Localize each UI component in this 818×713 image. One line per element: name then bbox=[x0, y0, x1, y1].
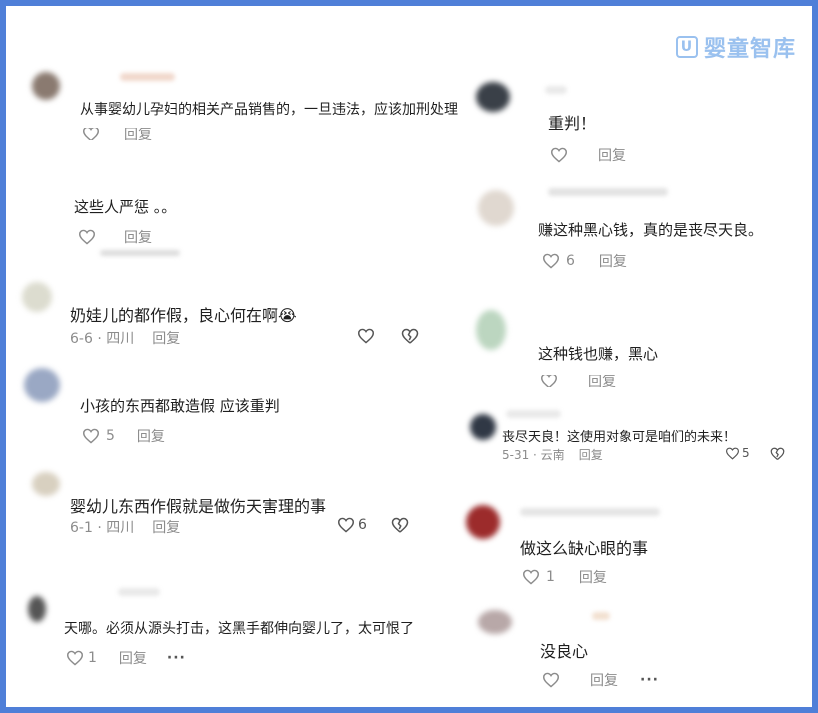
like-heart-icon[interactable] bbox=[542, 672, 560, 688]
comment-date-location: 5-31 · 云南 bbox=[502, 448, 565, 462]
dislike-broken-heart-icon[interactable] bbox=[770, 446, 785, 461]
comment-text: 从事婴幼儿孕妇的相关产品销售的，一旦违法，应该加刑处理 bbox=[80, 102, 458, 118]
reply-button[interactable]: 回复 bbox=[588, 375, 616, 387]
comment-text: 奶娃儿的都作假，良心何在啊😭 bbox=[70, 306, 297, 325]
like-heart-icon[interactable] bbox=[522, 569, 540, 585]
watermark: U 婴童智库 bbox=[675, 34, 796, 62]
reply-button[interactable]: 回复 bbox=[599, 251, 627, 271]
avatar[interactable] bbox=[478, 610, 512, 634]
like-heart-icon[interactable] bbox=[540, 375, 558, 387]
username[interactable] bbox=[506, 410, 561, 418]
reply-button[interactable]: 回复 bbox=[579, 446, 603, 463]
comment-actions: 回复 bbox=[550, 145, 626, 165]
reply-button[interactable]: 回复 bbox=[124, 227, 152, 247]
watermark-text: 婴童智库 bbox=[703, 37, 796, 62]
avatar[interactable] bbox=[476, 82, 510, 112]
like-heart-icon[interactable] bbox=[82, 428, 100, 444]
reply-button[interactable]: 回复 bbox=[152, 328, 180, 348]
like-heart-icon[interactable] bbox=[357, 328, 375, 344]
comment-text: 婴幼儿东西作假就是做伤天害理的事 bbox=[70, 497, 327, 516]
like-heart-icon[interactable] bbox=[542, 253, 560, 269]
comment-text: 这种钱也赚，黑心 bbox=[538, 345, 659, 363]
like-count: 5 bbox=[742, 446, 750, 460]
avatar[interactable] bbox=[32, 472, 60, 496]
reply-button[interactable]: 回复 bbox=[598, 145, 626, 165]
like-heart-icon[interactable] bbox=[82, 128, 100, 140]
reply-button[interactable]: 回复 bbox=[119, 648, 147, 668]
comment-text: 这些人严惩 。。 bbox=[74, 198, 177, 216]
comment-actions: 回复 ··· bbox=[542, 670, 659, 690]
like-count: 1 bbox=[88, 650, 97, 666]
comment-text: 天哪。必须从源头打击，这黑手都伸向婴儿了，太可恨了 bbox=[64, 621, 414, 637]
like-heart-icon[interactable] bbox=[725, 447, 740, 460]
avatar[interactable] bbox=[24, 368, 60, 402]
like-count: 6 bbox=[358, 517, 367, 533]
comment-actions: 1 回复 bbox=[522, 567, 607, 587]
reply-button[interactable]: 回复 bbox=[124, 128, 152, 140]
comment-text: 小孩的东西都敢造假 应该重判 bbox=[80, 397, 280, 415]
avatar[interactable] bbox=[476, 310, 506, 350]
username[interactable] bbox=[118, 588, 160, 596]
like-group: 5 bbox=[725, 446, 750, 460]
like-group: 6 bbox=[337, 517, 367, 533]
username[interactable] bbox=[548, 188, 668, 196]
comment-text: 赚这种黑心钱，真的是丧尽天良。 bbox=[538, 221, 764, 239]
comment-text: 丧尽天良！这使用对象可是咱们的未来！ bbox=[502, 430, 737, 445]
reply-button[interactable]: 回复 bbox=[590, 670, 618, 690]
reply-button[interactable]: 回复 bbox=[137, 426, 165, 446]
comment-text: 做这么缺心眼的事 bbox=[520, 539, 649, 558]
comment-date-location: 6-1 · 四川 bbox=[70, 520, 135, 536]
like-heart-icon[interactable] bbox=[550, 147, 568, 163]
avatar[interactable] bbox=[28, 596, 46, 622]
avatar[interactable] bbox=[466, 505, 500, 539]
like-count: 1 bbox=[546, 569, 555, 585]
watermark-logo-icon: U bbox=[675, 36, 698, 58]
avatar[interactable] bbox=[32, 72, 60, 100]
like-heart-icon[interactable] bbox=[78, 229, 96, 245]
comment-actions: 回复 bbox=[82, 128, 152, 140]
like-heart-icon[interactable] bbox=[337, 517, 355, 533]
blurred-content bbox=[100, 250, 180, 256]
reply-button[interactable]: 回复 bbox=[579, 567, 607, 587]
comment-actions: 6 回复 bbox=[542, 251, 627, 271]
more-options-icon[interactable]: ··· bbox=[640, 672, 659, 688]
dislike-broken-heart-icon[interactable] bbox=[401, 328, 419, 344]
username[interactable] bbox=[545, 86, 567, 94]
like-heart-icon[interactable] bbox=[66, 650, 84, 666]
avatar[interactable] bbox=[22, 282, 52, 312]
avatar[interactable] bbox=[478, 190, 514, 226]
avatar[interactable] bbox=[470, 414, 496, 440]
comment-actions: 5 回复 bbox=[82, 426, 165, 446]
username[interactable] bbox=[520, 508, 660, 516]
username[interactable] bbox=[592, 612, 610, 620]
comment-actions: 6-6 · 四川 回复 bbox=[70, 328, 180, 348]
comment-actions: 1 回复 ··· bbox=[66, 648, 186, 668]
comment-actions: 回复 bbox=[540, 375, 616, 387]
comment-date-location: 6-6 · 四川 bbox=[70, 331, 135, 347]
reply-button[interactable]: 回复 bbox=[152, 517, 180, 537]
like-count: 5 bbox=[106, 428, 115, 444]
comment-text: 没良心 bbox=[540, 642, 589, 661]
username[interactable] bbox=[120, 73, 175, 81]
more-options-icon[interactable]: ··· bbox=[167, 650, 186, 666]
comment-actions: 6-1 · 四川 回复 bbox=[70, 517, 180, 537]
comment-text: 重判！ bbox=[548, 114, 597, 133]
comment-actions: 回复 bbox=[78, 227, 152, 247]
dislike-broken-heart-icon[interactable] bbox=[391, 517, 409, 533]
like-count: 6 bbox=[566, 253, 575, 269]
comment-actions: 5-31 · 云南 回复 bbox=[502, 446, 603, 463]
